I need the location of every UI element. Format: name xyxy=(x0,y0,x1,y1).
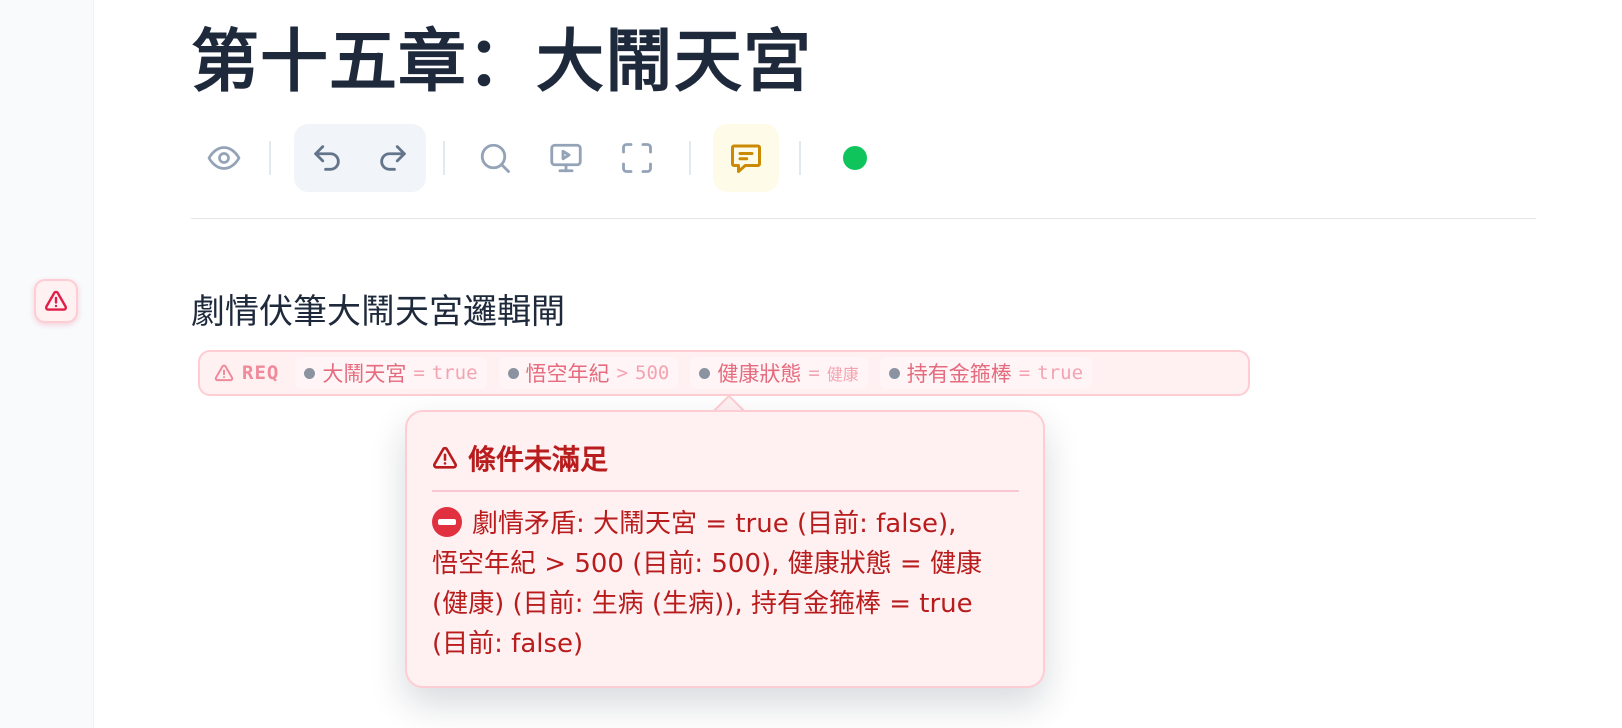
condition-value: 健康 xyxy=(826,365,859,384)
redo-icon xyxy=(380,145,406,171)
message-line: 劇情矛盾: 大鬧天宮 = true (目前: false), xyxy=(432,504,1019,544)
paragraph-text[interactable]: 劇情伏筆大鬧天宮邏輯閘 xyxy=(191,290,565,334)
condition-dot xyxy=(304,367,316,379)
condition-value: true xyxy=(431,362,478,384)
search-icon xyxy=(480,143,510,173)
condition-chip[interactable]: 持有金箍棒 = true xyxy=(879,357,1093,389)
req-label: REQ xyxy=(214,362,279,384)
condition-value: true xyxy=(1037,362,1084,384)
condition-operator: = xyxy=(808,362,820,384)
chapter-title[interactable]: 第十五章：大鬧天宮 xyxy=(191,18,812,108)
undo-icon xyxy=(314,145,340,171)
condition-chip[interactable]: 健康狀態 = 健康 xyxy=(690,357,868,389)
condition-dot xyxy=(888,367,900,379)
condition-chip[interactable]: 大鬧天宮 = true xyxy=(295,357,487,389)
presentation-button[interactable] xyxy=(533,124,599,192)
undo-button[interactable] xyxy=(294,124,360,192)
monitor-play-icon xyxy=(550,143,582,173)
toolbar-separator xyxy=(269,141,271,175)
redo-button[interactable] xyxy=(360,124,426,192)
fullscreen-button[interactable] xyxy=(604,124,670,192)
message-line: (目前: false) xyxy=(432,629,584,659)
condition-error-popover: 條件未滿足 劇情矛盾: 大鬧天宮 = true (目前: false), 悟空年… xyxy=(405,410,1045,688)
popover-divider xyxy=(432,490,1019,492)
condition-value: 500 xyxy=(635,362,670,384)
comment-button[interactable] xyxy=(713,124,779,192)
toolbar-separator xyxy=(799,141,801,175)
search-button[interactable] xyxy=(462,124,528,192)
no-entry-icon xyxy=(432,507,462,537)
toolbar-divider xyxy=(191,218,1536,219)
warning-icon xyxy=(433,446,457,469)
condition-operator: = xyxy=(413,362,425,384)
popover-title: 條件未滿足 xyxy=(468,443,609,476)
condition-key: 大鬧天宮 xyxy=(322,362,407,386)
condition-key: 持有金箍棒 xyxy=(906,362,1012,386)
condition-dot xyxy=(699,367,711,379)
message-line: (健康) (目前: 生病 (生病)), 持有金箍棒 = true xyxy=(432,589,973,619)
toolbar-separator xyxy=(443,141,445,175)
eye-icon xyxy=(207,146,241,170)
condition-key: 悟空年紀 xyxy=(525,362,610,386)
warning-icon xyxy=(44,290,68,311)
logic-gate-bar[interactable]: REQ 大鬧天宮 = true 悟空年紀 > 500 健康狀態 = 健康 持有金… xyxy=(198,350,1250,396)
connection-status-dot xyxy=(843,146,867,170)
condition-operator: > xyxy=(616,362,628,384)
condition-chip[interactable]: 悟空年紀 > 500 xyxy=(498,357,679,389)
toolbar-separator xyxy=(689,141,691,175)
condition-key: 健康狀態 xyxy=(717,362,802,386)
condition-operator: = xyxy=(1018,362,1031,384)
popover-message: 劇情矛盾: 大鬧天宮 = true (目前: false), 悟空年紀 > 50… xyxy=(432,504,1019,664)
warning-icon xyxy=(214,364,234,382)
fullscreen-icon xyxy=(622,143,652,173)
gutter-warning-button[interactable] xyxy=(34,279,78,323)
message-line: 悟空年紀 > 500 (目前: 500), 健康狀態 = 健康 xyxy=(432,549,982,579)
editor-toolbar xyxy=(191,124,891,192)
comment-icon xyxy=(731,144,761,173)
condition-dot xyxy=(507,367,519,379)
popover-header: 條件未滿足 xyxy=(432,436,1019,480)
editor-gutter xyxy=(0,0,94,728)
preview-button[interactable] xyxy=(191,124,257,192)
